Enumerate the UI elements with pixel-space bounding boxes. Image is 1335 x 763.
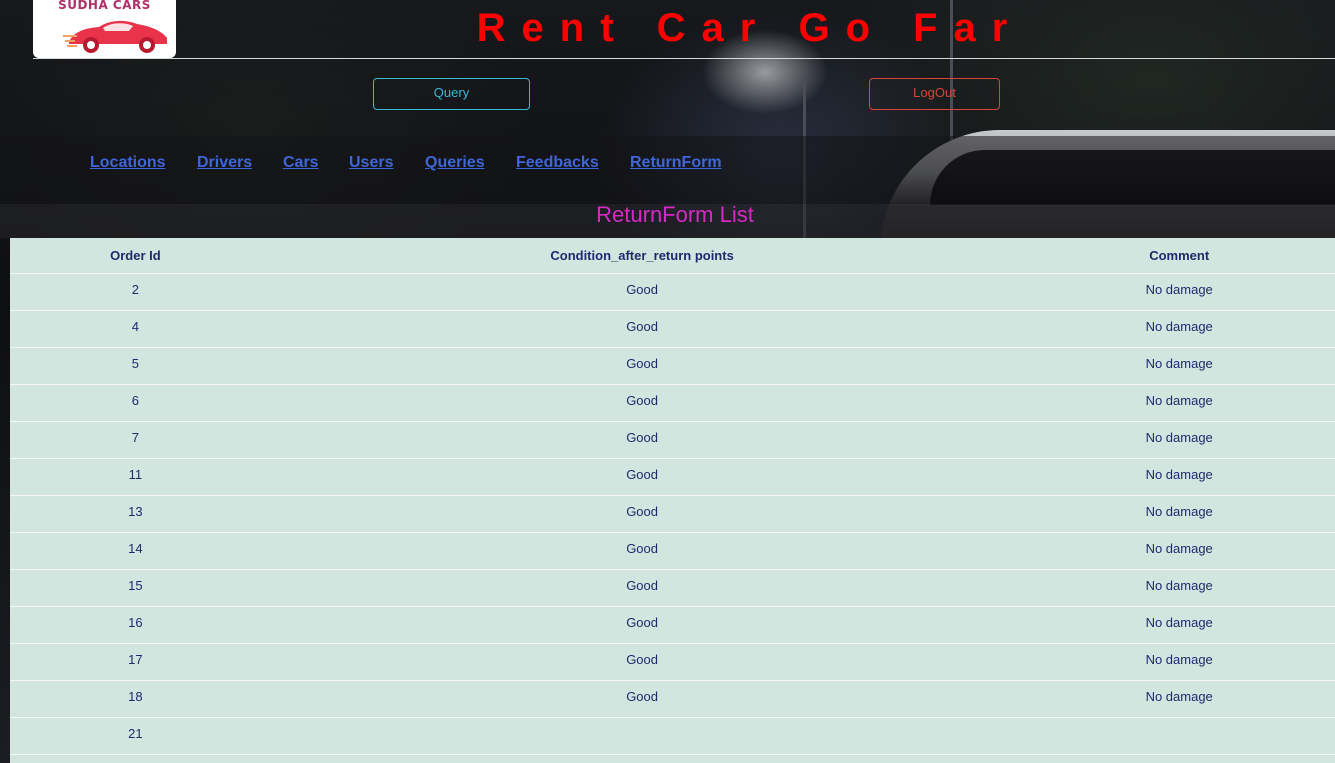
cell-order-id: 17 [10,643,261,681]
site-title: Rent Car Go Far [476,6,1024,50]
table-row: 21 [10,717,1335,755]
cell-condition: Good [260,643,1024,681]
cell-order-id: 6 [10,384,261,422]
table-row: 13 Good No damage [10,495,1335,533]
cell-condition: Good [260,347,1024,385]
query-button[interactable]: Query [373,78,530,110]
cell-condition: Good [260,421,1024,459]
cell-order-id: 11 [10,458,261,496]
table-row: 18 Good No damage [10,680,1335,718]
cell-condition: Good [260,680,1024,718]
table-row: 7 Good No damage [10,421,1335,459]
cell-condition [260,717,1024,755]
cell-condition: Good [260,384,1024,422]
cell-order-id: 5 [10,347,261,385]
table-row: 16 Good No damage [10,606,1335,644]
cell-condition: Good [260,606,1024,644]
table-header-row: Order Id Condition_after_return points C… [10,238,1335,274]
site-logo[interactable]: SUDHA CARS [33,0,176,58]
cell-comment: No damage [1023,310,1335,348]
cell-comment: No damage [1023,606,1335,644]
nav-link-locations[interactable]: Locations [90,154,166,172]
table-row: 11 Good No damage [10,458,1335,496]
cell-comment: No damage [1023,347,1335,385]
cell-comment: No damage [1023,458,1335,496]
table-row: 5 Good No damage [10,347,1335,385]
car-logo-icon [63,20,167,53]
cell-order-id: 2 [10,273,261,311]
cell-comment: No damage [1023,569,1335,607]
table-row: 2 Good No damage [10,273,1335,311]
cell-condition: Good [260,532,1024,570]
cell-comment: No damage [1023,495,1335,533]
header-divider [33,58,1335,59]
cell-order-id: 13 [10,495,261,533]
column-header-comment: Comment [1023,238,1335,274]
cell-comment: No damage [1023,680,1335,718]
table-row: 14 Good No damage [10,532,1335,570]
admin-nav-bar: Locations Drivers Cars Users Queries Fee… [0,136,1335,204]
cell-order-id: 14 [10,532,261,570]
table-row: 17 Good No damage [10,643,1335,681]
table-row: 6 Good No damage [10,384,1335,422]
column-header-condition: Condition_after_return points [260,238,1024,274]
column-header-order-id: Order Id [10,238,261,274]
cell-condition: Good [260,310,1024,348]
logout-button[interactable]: LogOut [869,78,1000,110]
cell-order-id: 21 [10,717,261,755]
cell-order-id: 16 [10,606,261,644]
table-row: 4 Good No damage [10,310,1335,348]
cell-comment: No damage [1023,273,1335,311]
nav-link-drivers[interactable]: Drivers [197,154,252,172]
cell-comment: No damage [1023,643,1335,681]
returnform-table: Order Id Condition_after_return points C… [10,238,1335,755]
cell-condition: Good [260,273,1024,311]
cell-comment: No damage [1023,384,1335,422]
cell-order-id: 15 [10,569,261,607]
cell-comment [1023,717,1335,755]
cell-order-id: 18 [10,680,261,718]
nav-link-feedbacks[interactable]: Feedbacks [516,154,599,172]
table-row: 15 Good No damage [10,569,1335,607]
cell-condition: Good [260,458,1024,496]
returnform-table-container: Order Id Condition_after_return points C… [10,238,1335,763]
cell-order-id: 7 [10,421,261,459]
cell-comment: No damage [1023,532,1335,570]
cell-order-id: 4 [10,310,261,348]
cell-condition: Good [260,495,1024,533]
logo-text: SUDHA CARS [58,0,151,12]
nav-link-returnform[interactable]: ReturnForm [630,154,722,172]
nav-link-queries[interactable]: Queries [425,154,485,172]
page-title: ReturnForm List [596,202,754,227]
nav-link-cars[interactable]: Cars [283,154,319,172]
cell-comment: No damage [1023,421,1335,459]
nav-link-users[interactable]: Users [349,154,393,172]
cell-condition: Good [260,569,1024,607]
